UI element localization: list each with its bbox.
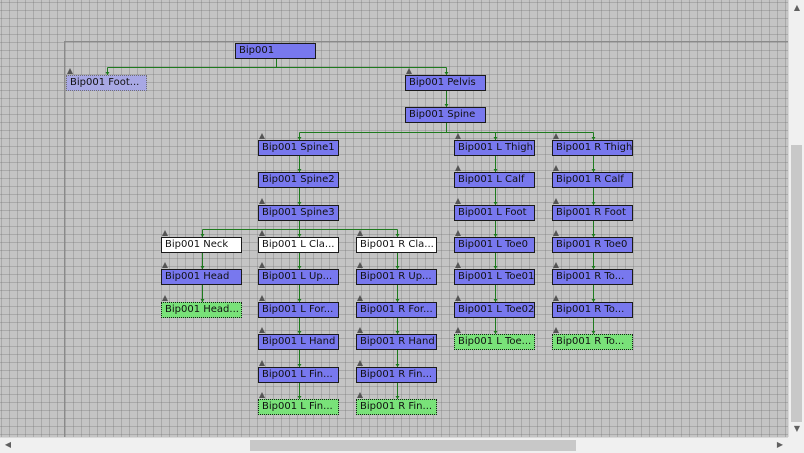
node-ltoenub[interactable]: Bip001 L Toe...	[454, 334, 535, 350]
node-luparm[interactable]: Bip001 L Up...	[258, 269, 339, 285]
node-rtoe01[interactable]: Bip001 R To...	[552, 269, 633, 285]
node-collapse-arrow-icon[interactable]	[259, 262, 265, 268]
node-rtoe0[interactable]: Bip001 R Toe0	[552, 237, 633, 253]
node-collapse-arrow-icon[interactable]	[455, 262, 461, 268]
node-collapse-arrow-icon[interactable]	[455, 165, 461, 171]
node-collapse-arrow-icon[interactable]	[259, 133, 265, 139]
node-bip001[interactable]: Bip001	[235, 43, 316, 59]
node-rfoot[interactable]: Bip001 R Foot	[552, 205, 633, 221]
node-collapse-arrow-icon[interactable]	[259, 360, 265, 366]
node-rforearm[interactable]: Bip001 R For...	[356, 302, 437, 318]
node-neck[interactable]: Bip001 Neck	[161, 237, 242, 253]
node-collapse-arrow-icon[interactable]	[406, 68, 412, 74]
node-collapse-arrow-icon[interactable]	[67, 68, 73, 74]
node-collapse-arrow-icon[interactable]	[553, 327, 559, 333]
node-lfinger[interactable]: Bip001 L Fin...	[258, 367, 339, 383]
node-collapse-arrow-icon[interactable]	[455, 198, 461, 204]
node-collapse-arrow-icon[interactable]	[162, 230, 168, 236]
scroll-left-icon[interactable]: ◀	[2, 440, 14, 450]
node-collapse-arrow-icon[interactable]	[455, 133, 461, 139]
node-collapse-arrow-icon[interactable]	[553, 198, 559, 204]
node-collapse-arrow-icon[interactable]	[357, 392, 363, 398]
vertical-scrollbar[interactable]: ▲ ▼	[788, 0, 804, 437]
node-rfingernub[interactable]: Bip001 R Fin...	[356, 399, 437, 415]
node-collapse-arrow-icon[interactable]	[357, 230, 363, 236]
node-headnub[interactable]: Bip001 Head...	[161, 302, 242, 318]
node-collapse-arrow-icon[interactable]	[259, 295, 265, 301]
node-footsteps[interactable]: Bip001 Foot...	[66, 75, 147, 91]
node-spine3[interactable]: Bip001 Spine3	[258, 205, 339, 221]
schematic-view[interactable]: Bip001 Bip001 Foot... Bip001 Pelvis Bip001 …	[0, 0, 788, 437]
node-collapse-arrow-icon[interactable]	[259, 392, 265, 398]
node-collapse-arrow-icon[interactable]	[553, 262, 559, 268]
node-rcalf[interactable]: Bip001 R Calf	[552, 172, 633, 188]
node-lfingernub[interactable]: Bip001 L Fin...	[258, 399, 339, 415]
node-collapse-arrow-icon[interactable]	[357, 360, 363, 366]
node-lhand[interactable]: Bip001 L Hand	[258, 334, 339, 350]
node-collapse-arrow-icon[interactable]	[553, 165, 559, 171]
node-collapse-arrow-icon[interactable]	[553, 295, 559, 301]
node-rfinger[interactable]: Bip001 R Fin...	[356, 367, 437, 383]
node-rthigh[interactable]: Bip001 R Thigh	[552, 140, 633, 156]
node-lforearm[interactable]: Bip001 L For...	[258, 302, 339, 318]
node-rhand[interactable]: Bip001 R Hand	[356, 334, 437, 350]
scroll-down-icon[interactable]: ▼	[791, 424, 803, 434]
node-collapse-arrow-icon[interactable]	[162, 262, 168, 268]
node-head[interactable]: Bip001 Head	[161, 269, 242, 285]
horizontal-scrollbar[interactable]: ◀ ▶	[0, 437, 788, 453]
node-collapse-arrow-icon[interactable]	[357, 327, 363, 333]
node-ruparm[interactable]: Bip001 R Up...	[356, 269, 437, 285]
node-lcalf[interactable]: Bip001 L Calf	[454, 172, 535, 188]
node-collapse-arrow-icon[interactable]	[455, 327, 461, 333]
node-ltoe0[interactable]: Bip001 L Toe0	[454, 237, 535, 253]
scrollbar-corner	[788, 437, 804, 453]
node-ltoe02[interactable]: Bip001 L Toe02	[454, 302, 535, 318]
node-collapse-arrow-icon[interactable]	[259, 198, 265, 204]
node-rclav[interactable]: Bip001 R Cla...	[356, 237, 437, 253]
node-spine2[interactable]: Bip001 Spine2	[258, 172, 339, 188]
node-lthigh[interactable]: Bip001 L Thigh	[454, 140, 535, 156]
node-collapse-arrow-icon[interactable]	[553, 133, 559, 139]
node-collapse-arrow-icon[interactable]	[553, 230, 559, 236]
node-collapse-arrow-icon[interactable]	[455, 230, 461, 236]
node-ltoe01[interactable]: Bip001 L Toe01	[454, 269, 535, 285]
node-collapse-arrow-icon[interactable]	[259, 327, 265, 333]
node-collapse-arrow-icon[interactable]	[162, 295, 168, 301]
scroll-right-icon[interactable]: ▶	[774, 440, 786, 450]
node-collapse-arrow-icon[interactable]	[259, 230, 265, 236]
node-lclav[interactable]: Bip001 L Cla...	[258, 237, 339, 253]
vertical-scroll-thumb[interactable]	[791, 144, 802, 422]
horizontal-scroll-thumb[interactable]	[249, 440, 577, 451]
node-spine1[interactable]: Bip001 Spine1	[258, 140, 339, 156]
node-pelvis[interactable]: Bip001 Pelvis	[405, 75, 486, 91]
node-rtoenub[interactable]: Bip001 R To...	[552, 334, 633, 350]
node-collapse-arrow-icon[interactable]	[455, 295, 461, 301]
node-rtoe02[interactable]: Bip001 R To...	[552, 302, 633, 318]
node-lfoot[interactable]: Bip001 L Foot	[454, 205, 535, 221]
node-collapse-arrow-icon[interactable]	[357, 262, 363, 268]
scroll-up-icon[interactable]: ▲	[791, 3, 803, 13]
node-spine[interactable]: Bip001 Spine	[405, 107, 486, 123]
node-collapse-arrow-icon[interactable]	[357, 295, 363, 301]
